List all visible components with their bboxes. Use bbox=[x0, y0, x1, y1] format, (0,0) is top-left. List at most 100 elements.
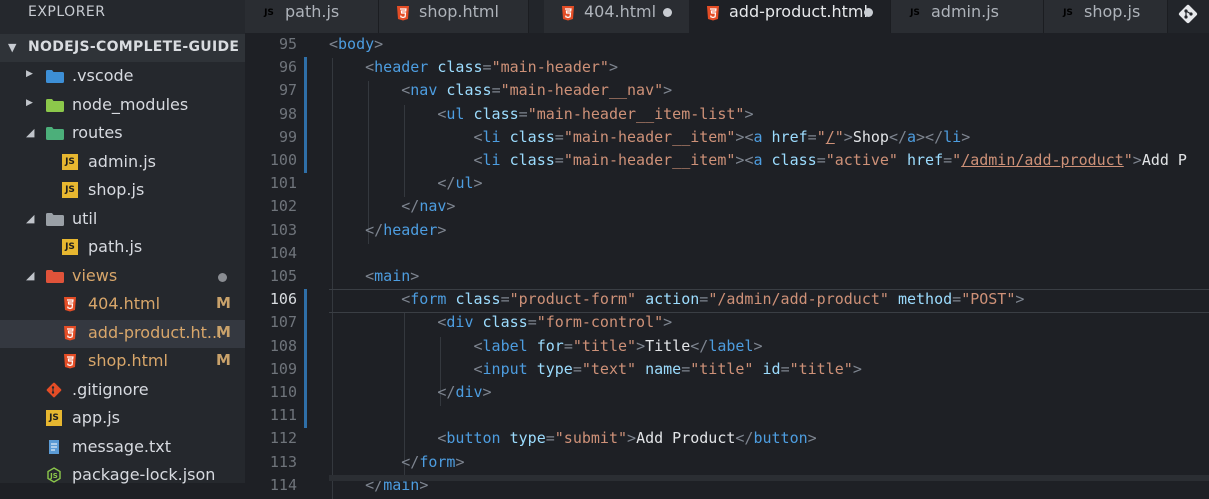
code-line[interactable]: <li class="main-header__item"><a href="/… bbox=[329, 127, 971, 146]
code-token: "main-header__nav" bbox=[500, 81, 664, 100]
git-icon bbox=[1178, 4, 1198, 24]
code-line[interactable]: <li class="main-header__item"><a class="… bbox=[329, 151, 1187, 169]
code-token: form bbox=[410, 290, 447, 309]
tab-label: admin.js bbox=[931, 2, 999, 21]
code-line[interactable]: <body> bbox=[329, 35, 383, 53]
code-token: class bbox=[473, 104, 519, 123]
code-token: < bbox=[473, 151, 483, 169]
code-token: "POST" bbox=[961, 290, 1016, 309]
folder-item[interactable]: ◢ routes bbox=[0, 120, 245, 148]
explorer-sidebar: EXPLORER ▼ NODEJS-COMPLETE-GUIDE ▶ .vscod… bbox=[0, 0, 245, 484]
file-item[interactable]: JS app.js bbox=[0, 405, 245, 433]
js-file-icon: JS bbox=[46, 410, 62, 426]
editor-tab[interactable]: JS admin.js bbox=[891, 0, 1044, 33]
file-name: shop.js bbox=[88, 180, 145, 199]
code-token: < bbox=[401, 81, 411, 100]
code-line[interactable]: <nav class="main-header__nav"> bbox=[329, 81, 672, 99]
js-file-icon: JS bbox=[62, 153, 78, 170]
git-compare-button[interactable] bbox=[1167, 0, 1209, 33]
code-line[interactable]: <form class="product-form" action="/admi… bbox=[329, 290, 1024, 308]
line-number: 102 bbox=[269, 197, 297, 216]
project-root-folder[interactable]: ▼ NODEJS-COMPLETE-GUIDE bbox=[0, 34, 245, 62]
code-token: action bbox=[645, 290, 700, 309]
editor-tab[interactable]: shop.html bbox=[379, 0, 529, 33]
code-line[interactable]: <ul class="main-header__item-list"> bbox=[329, 105, 753, 123]
folder-item[interactable]: ◢ views bbox=[0, 263, 245, 291]
line-number: 110 bbox=[269, 383, 297, 401]
code-token: > bbox=[663, 81, 673, 100]
file-item[interactable]: JS admin.js bbox=[0, 149, 245, 177]
code-token: Add P bbox=[1141, 151, 1187, 169]
code-token: li bbox=[482, 127, 501, 146]
code-line[interactable]: </div> bbox=[329, 383, 491, 401]
code-token: = bbox=[554, 151, 564, 169]
code-token: = bbox=[952, 290, 962, 309]
chevron-right-icon: ▶ bbox=[26, 97, 33, 108]
editor-tab[interactable]: add-product.html bbox=[689, 0, 891, 33]
code-token: "form-control" bbox=[536, 313, 664, 332]
code-token: div bbox=[455, 383, 483, 401]
code-line[interactable]: <input type="text" name="title" id="titl… bbox=[329, 360, 862, 378]
unsaved-dot-icon bbox=[663, 8, 672, 17]
folder-item[interactable]: ▶ node_modules bbox=[0, 92, 245, 120]
node-file-icon: JS bbox=[46, 467, 62, 483]
file-item[interactable]: .gitignore bbox=[0, 377, 245, 405]
code-token: > bbox=[961, 127, 971, 146]
code-token: </ bbox=[888, 127, 907, 146]
line-number: 105 bbox=[269, 267, 297, 285]
code-token: </ bbox=[401, 452, 420, 471]
code-token: "product-form" bbox=[509, 290, 637, 309]
code-token: Title bbox=[645, 336, 691, 355]
code-line[interactable]: <header class="main-header"> bbox=[329, 58, 618, 76]
horizontal-scrollbar[interactable] bbox=[329, 475, 1209, 481]
code-line[interactable]: </ul> bbox=[329, 174, 482, 193]
file-name: add-product.ht... bbox=[88, 322, 223, 342]
code-line[interactable]: <div class="form-control"> bbox=[329, 313, 672, 331]
code-token: a bbox=[753, 151, 763, 169]
code-line[interactable]: <button type="submit">Add Product</butto… bbox=[329, 429, 816, 448]
file-item[interactable]: message.txt bbox=[0, 434, 245, 462]
file-item[interactable]: JS path.js bbox=[0, 234, 245, 262]
editor-tab[interactable]: JS path.js bbox=[245, 0, 379, 33]
code-token: button bbox=[753, 429, 808, 448]
chevron-down-icon: ◢ bbox=[26, 211, 35, 225]
code-token: button bbox=[446, 429, 501, 448]
code-line[interactable]: <label for="title">Title</label> bbox=[329, 337, 763, 355]
code-token: "text" bbox=[581, 359, 637, 378]
code-line[interactable]: </form> bbox=[329, 453, 464, 471]
code-token: < bbox=[365, 58, 375, 77]
file-item[interactable]: add-product.ht... M bbox=[0, 319, 245, 348]
code-line[interactable]: </header> bbox=[329, 221, 446, 239]
git-modified-bar bbox=[304, 57, 307, 174]
folder-item[interactable]: ◢ util bbox=[0, 206, 245, 234]
code-token: "submit" bbox=[554, 429, 628, 448]
line-number: 108 bbox=[269, 336, 297, 355]
code-token: = bbox=[545, 429, 555, 448]
code-line[interactable]: <main> bbox=[329, 267, 419, 285]
code-token: ul bbox=[446, 104, 465, 123]
code-token: > bbox=[636, 336, 646, 355]
code-line[interactable]: </nav> bbox=[329, 197, 455, 215]
code-token: label bbox=[482, 336, 528, 355]
code-token: > bbox=[744, 104, 754, 123]
file-item[interactable]: JS shop.js bbox=[0, 177, 245, 205]
editor-tab[interactable]: JS shop.js bbox=[1044, 0, 1168, 33]
file-item[interactable]: 404.html M bbox=[0, 291, 245, 319]
code-token: </ bbox=[437, 174, 456, 193]
line-number: 112 bbox=[269, 429, 297, 448]
code-editor[interactable]: 95 <body> 96 <header class="main-header"> 9… bbox=[245, 33, 1209, 499]
folder-item[interactable]: ▶ .vscode bbox=[0, 63, 245, 91]
file-item[interactable]: shop.html M bbox=[0, 348, 245, 376]
editor-tab[interactable]: 404.html bbox=[544, 0, 690, 33]
code-token: class bbox=[437, 58, 483, 77]
file-item[interactable]: JS package-lock.json bbox=[0, 462, 245, 490]
code-token: href bbox=[907, 151, 944, 169]
